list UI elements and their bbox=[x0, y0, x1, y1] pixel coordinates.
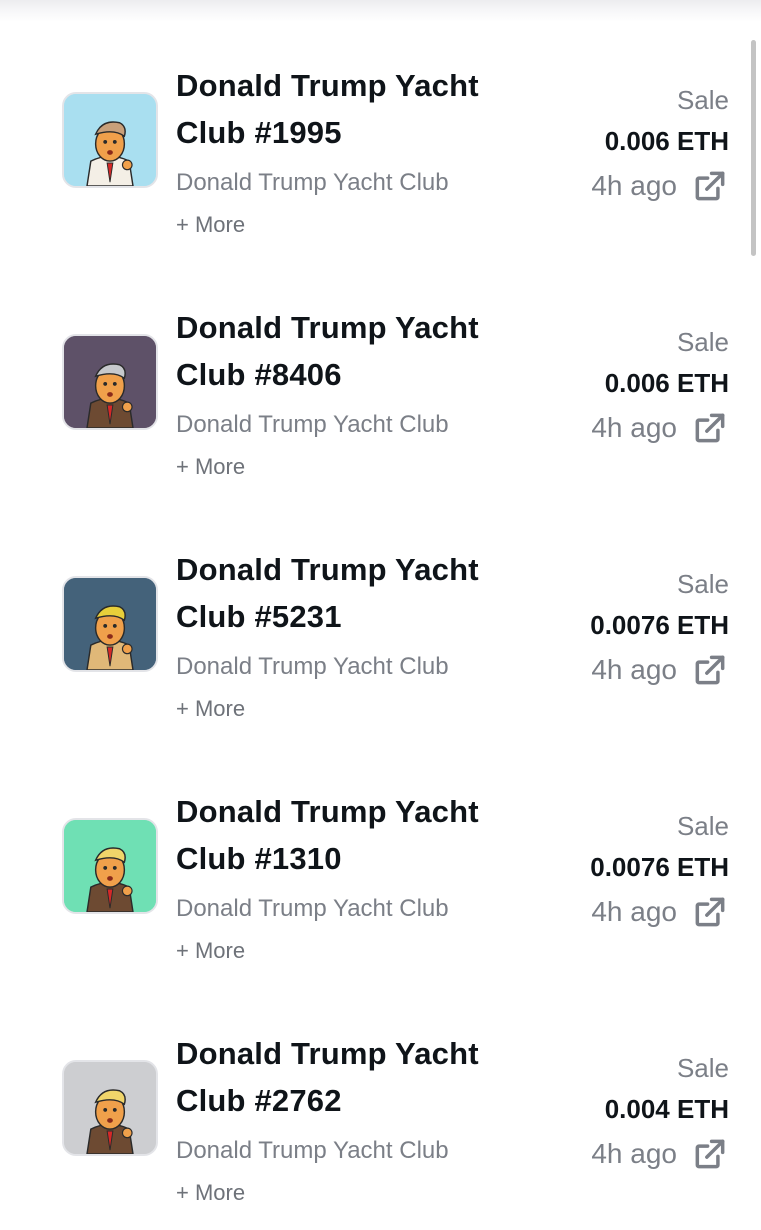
nft-thumbnail[interactable] bbox=[62, 1060, 158, 1156]
nft-title[interactable]: Donald Trump Yacht Club #2762 bbox=[176, 1030, 526, 1124]
sale-price: 0.0076 ETH bbox=[590, 852, 729, 882]
nft-title[interactable]: Donald Trump Yacht Club #8406 bbox=[176, 304, 526, 398]
nft-thumbnail[interactable] bbox=[62, 818, 158, 914]
collection-name[interactable]: Donald Trump Yacht Club bbox=[176, 650, 449, 684]
sale-price: 0.004 ETH bbox=[604, 1094, 729, 1124]
time-link[interactable]: 4h ago bbox=[591, 166, 729, 206]
timestamp: 4h ago bbox=[591, 654, 677, 685]
collection-name[interactable]: Donald Trump Yacht Club bbox=[176, 1134, 449, 1168]
event-type: Sale bbox=[676, 85, 729, 115]
more-button[interactable]: + More bbox=[176, 1178, 245, 1208]
scrollbar[interactable] bbox=[751, 40, 756, 256]
external-link-icon[interactable] bbox=[691, 409, 729, 447]
sale-price: 0.0076 ETH bbox=[590, 610, 729, 640]
nft-thumbnail[interactable] bbox=[62, 92, 158, 188]
more-button[interactable]: + More bbox=[176, 694, 245, 724]
event-type: Sale bbox=[676, 811, 729, 841]
event-type: Sale bbox=[676, 327, 729, 357]
external-link-icon[interactable] bbox=[691, 1135, 729, 1173]
timestamp: 4h ago bbox=[591, 896, 677, 927]
collection-name[interactable]: Donald Trump Yacht Club bbox=[176, 408, 449, 442]
activity-row[interactable]: Donald Trump Yacht Club #8406 Donald Tru… bbox=[0, 304, 761, 504]
timestamp: 4h ago bbox=[591, 170, 677, 201]
timestamp: 4h ago bbox=[591, 412, 677, 443]
nft-thumbnail[interactable] bbox=[62, 334, 158, 430]
external-link-icon[interactable] bbox=[691, 651, 729, 689]
activity-row[interactable]: Donald Trump Yacht Club #1310 Donald Tru… bbox=[0, 788, 761, 988]
time-link[interactable]: 4h ago bbox=[591, 892, 729, 932]
activity-row[interactable]: Donald Trump Yacht Club #1995 Donald Tru… bbox=[0, 62, 761, 262]
more-button[interactable]: + More bbox=[176, 452, 245, 482]
collection-name[interactable]: Donald Trump Yacht Club bbox=[176, 892, 449, 926]
nft-title[interactable]: Donald Trump Yacht Club #1310 bbox=[176, 788, 526, 882]
activity-row[interactable]: Donald Trump Yacht Club #5231 Donald Tru… bbox=[0, 546, 761, 746]
external-link-icon[interactable] bbox=[691, 893, 729, 931]
nft-title[interactable]: Donald Trump Yacht Club #1995 bbox=[176, 62, 526, 156]
activity-row[interactable]: Donald Trump Yacht Club #2762 Donald Tru… bbox=[0, 1030, 761, 1230]
time-link[interactable]: 4h ago bbox=[591, 1134, 729, 1174]
nft-thumbnail[interactable] bbox=[62, 576, 158, 672]
event-type: Sale bbox=[676, 569, 729, 599]
more-button[interactable]: + More bbox=[176, 936, 245, 966]
timestamp: 4h ago bbox=[591, 1138, 677, 1169]
collection-name[interactable]: Donald Trump Yacht Club bbox=[176, 166, 449, 200]
nft-title[interactable]: Donald Trump Yacht Club #5231 bbox=[176, 546, 526, 640]
event-type: Sale bbox=[676, 1053, 729, 1083]
sale-price: 0.006 ETH bbox=[604, 368, 729, 398]
external-link-icon[interactable] bbox=[691, 167, 729, 205]
time-link[interactable]: 4h ago bbox=[591, 650, 729, 690]
sale-price: 0.006 ETH bbox=[604, 126, 729, 156]
activity-list: Donald Trump Yacht Club #1995 Donald Tru… bbox=[0, 0, 761, 1205]
more-button[interactable]: + More bbox=[176, 210, 245, 240]
time-link[interactable]: 4h ago bbox=[591, 408, 729, 448]
